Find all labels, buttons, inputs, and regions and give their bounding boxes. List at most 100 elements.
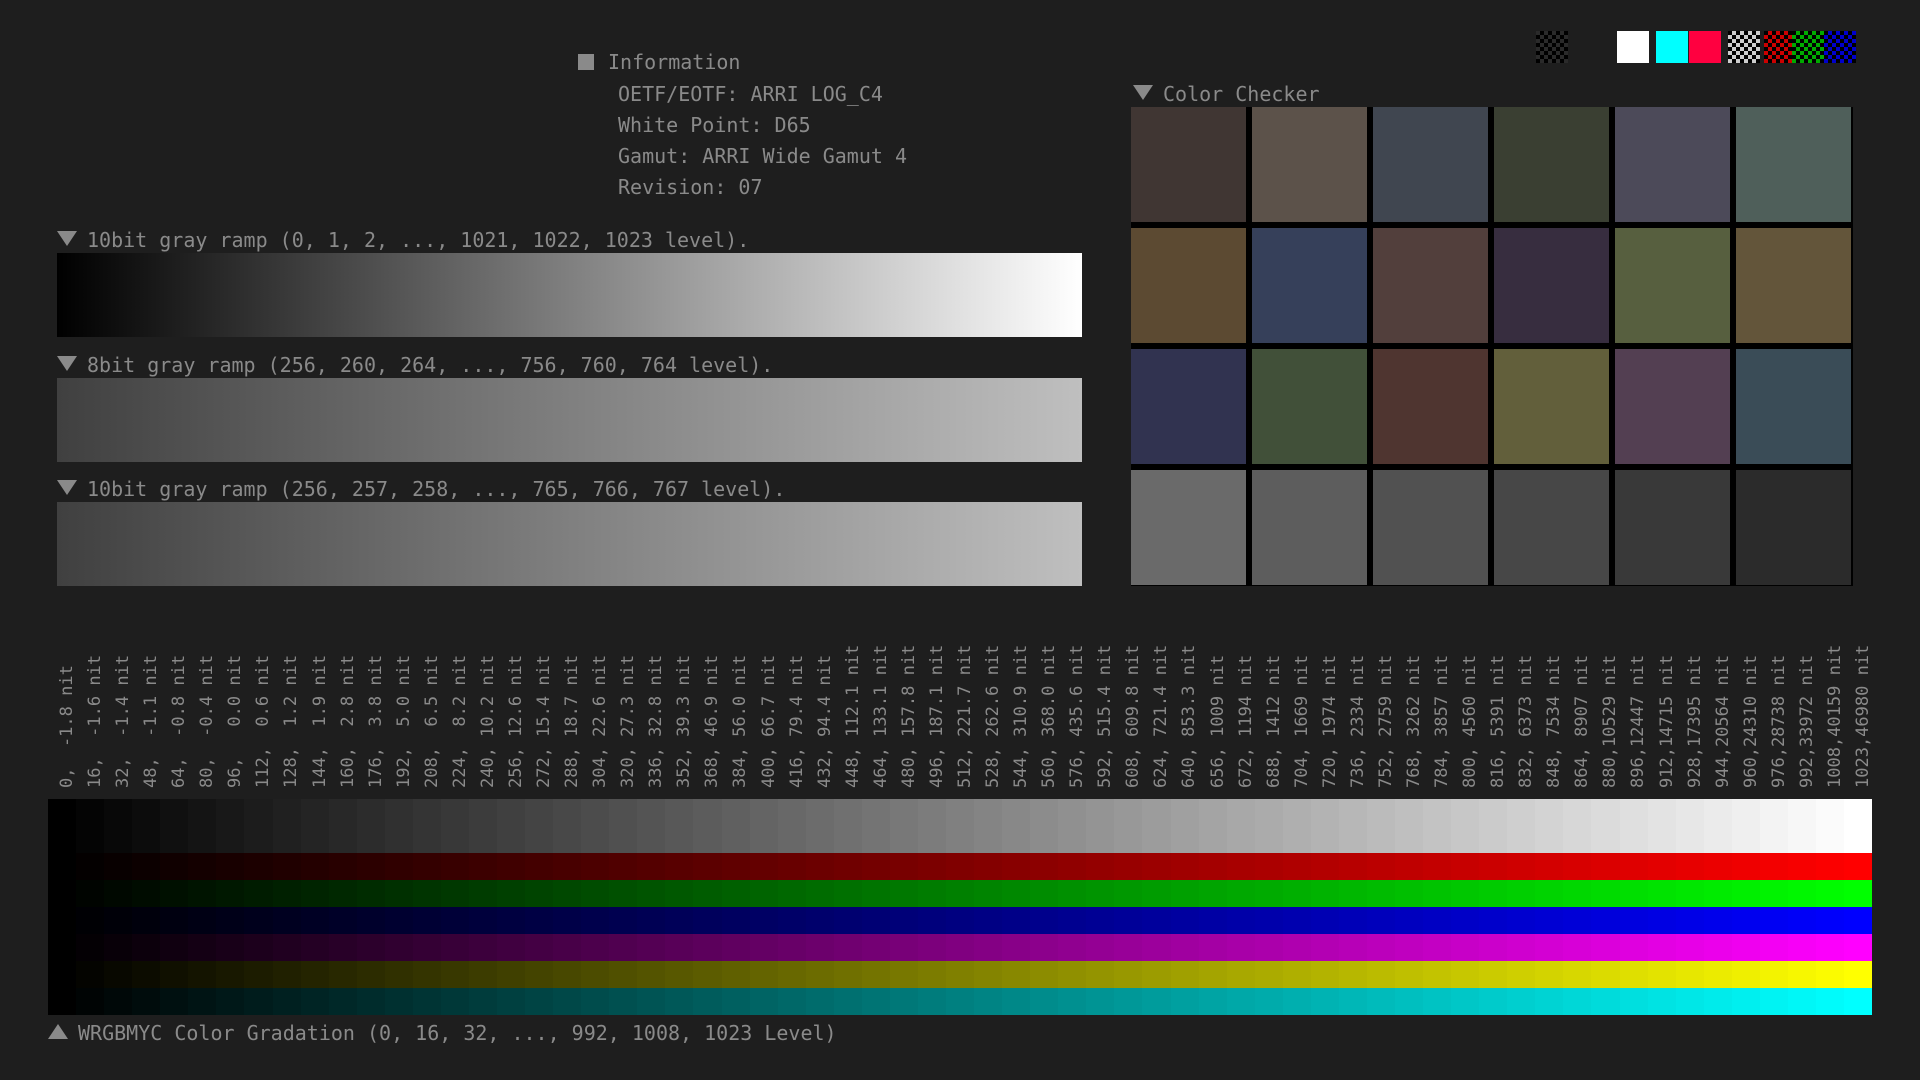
gradation-cell — [609, 853, 638, 880]
gradation-cell — [1058, 799, 1087, 853]
gradation-cell — [1423, 880, 1452, 907]
gradation-cell — [1731, 880, 1760, 907]
gradation-cell — [132, 934, 161, 961]
gradation-cell — [1731, 799, 1760, 853]
gradation-cell — [76, 799, 105, 853]
gradation-cell — [1254, 907, 1283, 934]
gradation-cell — [384, 853, 413, 880]
gradation-cell — [1002, 907, 1031, 934]
nit-label-text: 560, 368.0 nit — [1039, 644, 1060, 788]
gradation-cell — [861, 799, 890, 853]
gradation-cell — [497, 988, 526, 1015]
nit-label: 688, 1412 nit — [1262, 628, 1290, 788]
gradation-cell — [1451, 907, 1480, 934]
gradation-cell — [974, 880, 1003, 907]
nit-label: 240, 10.2 nit — [476, 628, 504, 788]
gradation-cell — [1114, 799, 1143, 853]
gradation-cell — [216, 853, 245, 880]
gray-ramp-8bit — [57, 378, 1082, 462]
gradation-cell — [861, 934, 890, 961]
gradation-cell — [1058, 853, 1087, 880]
gradation-cell — [328, 853, 357, 880]
gradation-cell — [1142, 853, 1171, 880]
info-title: Information — [608, 50, 741, 74]
nit-label-text: 32, -1.4 nit — [113, 654, 134, 788]
nit-label-text: 480, 157.8 nit — [898, 644, 919, 788]
gradation-cell — [1366, 961, 1395, 988]
gradation-cell — [1591, 907, 1620, 934]
gradation-cell — [1310, 907, 1339, 934]
gradation-cell — [861, 961, 890, 988]
gradation-cell — [1086, 853, 1115, 880]
nit-label: 416, 79.4 nit — [785, 628, 813, 788]
gradation-cell — [440, 880, 469, 907]
gradation-cell — [777, 934, 806, 961]
nit-label-text: 896,12447 nit — [1628, 654, 1649, 788]
gradation-cell — [1395, 907, 1424, 934]
nit-label-text: 192, 5.0 nit — [393, 654, 414, 788]
gradation-cell — [581, 799, 610, 853]
gradation-cell — [1254, 799, 1283, 853]
gradation-cell — [1619, 880, 1648, 907]
gradation-cell — [1647, 853, 1676, 880]
nit-label: 544, 310.9 nit — [1009, 628, 1037, 788]
gradation-cell — [300, 907, 329, 934]
gray-ramp-10bit-mid — [57, 502, 1082, 586]
gradation-cell — [1310, 799, 1339, 853]
gradation-cell — [1563, 853, 1592, 880]
gradation-cell — [1479, 961, 1508, 988]
gradation-cell — [244, 880, 273, 907]
gradation-cell — [272, 988, 301, 1015]
color-checker-patch — [1373, 107, 1488, 222]
nit-label: 16, -1.6 nit — [83, 628, 111, 788]
gradation-cell — [1619, 988, 1648, 1015]
gradation-cell — [693, 799, 722, 853]
nit-label-text: 224, 8.2 nit — [449, 654, 470, 788]
color-checker-patch — [1252, 470, 1367, 585]
gradation-cell — [749, 961, 778, 988]
color-checker-patch — [1736, 470, 1851, 585]
gradation-cell — [805, 907, 834, 934]
gradation-cell — [749, 988, 778, 1015]
gradation-row-blue — [48, 907, 1873, 934]
nit-label: 896,12447 nit — [1626, 628, 1654, 788]
gradation-cell — [440, 799, 469, 853]
gradation-cell — [384, 880, 413, 907]
gradation-cell — [412, 907, 441, 934]
gradation-cell — [440, 853, 469, 880]
nit-label: 0, -1.8 nit — [55, 628, 83, 788]
gradation-cell — [525, 853, 554, 880]
nit-label-text: 368, 46.9 nit — [702, 654, 723, 788]
gradation-cell — [1086, 907, 1115, 934]
gradation-cell — [1675, 880, 1704, 907]
gradation-cell — [946, 880, 975, 907]
gradation-cell — [777, 799, 806, 853]
gradation-cell — [1423, 988, 1452, 1015]
gradation-cell — [1815, 799, 1844, 853]
gradation-cell — [328, 799, 357, 853]
gradation-cell — [1451, 880, 1480, 907]
gradation-cell — [1086, 799, 1115, 853]
nit-label: 480, 157.8 nit — [897, 628, 925, 788]
color-checker-patch — [1131, 349, 1246, 464]
gradation-cell — [833, 853, 862, 880]
gradation-cell — [160, 988, 189, 1015]
nit-label-text: 240, 10.2 nit — [477, 654, 498, 788]
nit-label-text: 1023,46980 nit — [1852, 644, 1873, 788]
nit-label-text: 880,10529 nit — [1600, 654, 1621, 788]
gradation-cell — [889, 988, 918, 1015]
gradation-cell — [1338, 880, 1367, 907]
gradation-cell — [1198, 907, 1227, 934]
nit-label: 624, 721.4 nit — [1149, 628, 1177, 788]
gradation-cell — [553, 988, 582, 1015]
gradation-cell — [1254, 988, 1283, 1015]
gradation-cell — [1844, 988, 1873, 1015]
gradation-cell — [1675, 907, 1704, 934]
gradation-cell — [1787, 988, 1816, 1015]
gradation-cell — [861, 853, 890, 880]
nit-label: 864, 8907 nit — [1570, 628, 1598, 788]
gradation-cell — [665, 961, 694, 988]
gradation-cell — [777, 853, 806, 880]
color-checker-patch — [1131, 470, 1246, 585]
gradation-cell — [1451, 799, 1480, 853]
